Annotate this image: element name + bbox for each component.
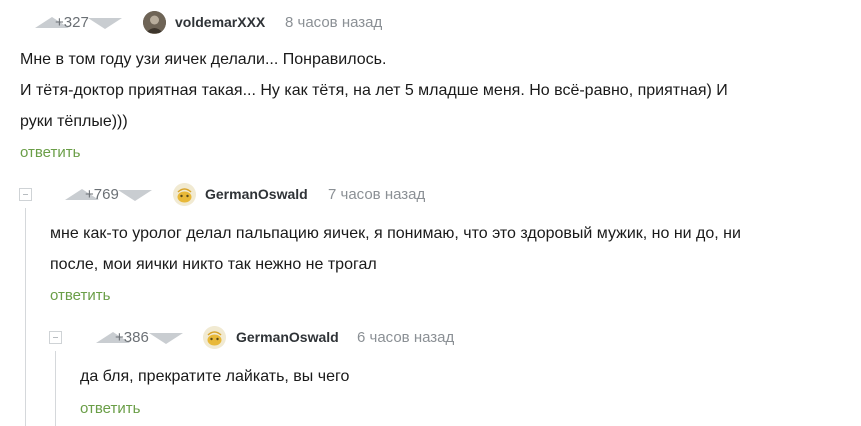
comment-3: +386 GermanOswald 6 часов назад да бля, … [0,324,861,424]
comment-2: +769 GermanOswald 7 часов назад мне как-… [0,181,861,311]
avatar[interactable] [173,183,196,206]
comment-header: +769 GermanOswald 7 часов назад [0,181,861,209]
reply-link[interactable]: ответить [50,287,110,304]
username[interactable]: GermanOswald [205,186,308,202]
comment-time[interactable]: 6 часов назад [357,329,454,346]
comment-time[interactable]: 7 часов назад [328,186,425,203]
comment-text-line: руки тёплые))) [20,113,128,130]
comment-text-line: да бля, прекратите лайкать, вы чего [80,368,350,385]
comment-text-line: после, мои яички никто так нежно не трог… [50,256,377,273]
comment-text: да бля, прекратите лайкать, вы чего [80,361,349,392]
comment-header: +327 voldemarXXX 8 часов назад [0,9,861,37]
comment-header: +386 GermanOswald 6 часов назад [0,324,861,352]
comment-text: Мне в том году узи яичек делали... Понра… [20,44,728,137]
avatar[interactable] [203,326,226,349]
comment-rating: +327 [55,14,89,31]
reply-link[interactable]: ответить [80,400,140,417]
comment-time[interactable]: 8 часов назад [285,14,382,31]
comment-rating: +386 [115,329,149,346]
username[interactable]: GermanOswald [236,329,339,345]
username[interactable]: voldemarXXX [175,14,265,30]
avatar[interactable] [143,11,166,34]
vote-down-icon[interactable] [88,18,122,29]
vote-down-icon[interactable] [149,333,183,344]
comment-text-line: мне как-то уролог делал пальпацию яичек,… [50,225,741,242]
vote-down-icon[interactable] [118,190,152,201]
comment-text-line: Мне в том году узи яичек делали... Понра… [20,51,387,68]
comment-text-line: И тётя-доктор приятная такая... Ну как т… [20,82,728,99]
reply-link[interactable]: ответить [20,144,80,161]
comment-text: мне как-то уролог делал пальпацию яичек,… [50,218,741,280]
comment-1: +327 voldemarXXX 8 часов назад Мне в том… [0,9,861,169]
comment-rating: +769 [85,186,119,203]
